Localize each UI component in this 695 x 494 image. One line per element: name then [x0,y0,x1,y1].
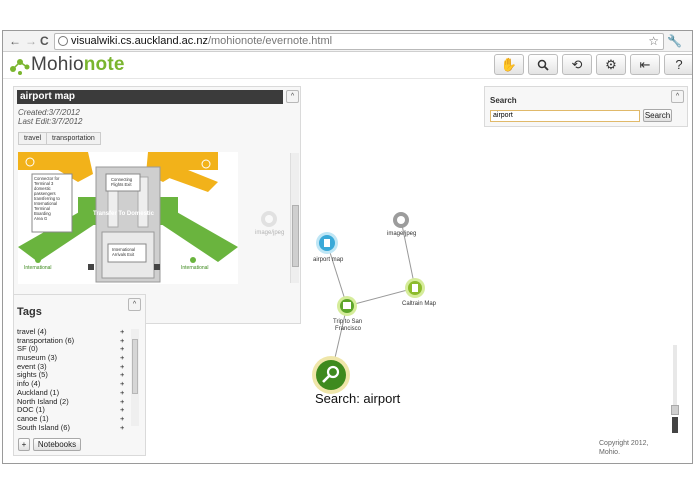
tags-title: Tags [17,306,42,318]
graph-node-label: image/jpeg [387,231,416,237]
graph-node-trip[interactable]: Trip to San Francisco [333,296,362,332]
note-created: Created:3/7/2012 [18,108,80,117]
address-bar[interactable]: visualwiki.cs.auckland.ac.nz/mohionote/e… [54,33,664,50]
tag-item-label: travel (4) [17,327,47,336]
tag-item[interactable]: South Island (6) + [17,422,135,433]
zoom-track [673,345,677,411]
add-tag-plus[interactable]: + [120,423,124,433]
svg-text:International: International [24,265,52,271]
tag-item-label: event (3) [17,361,47,371]
svg-text:Transfer To Domestic: Transfer To Domestic [93,211,155,217]
tag-item-label: South Island (6) [17,422,70,432]
graph-node-image-faded[interactable]: image/jpeg [255,211,284,236]
settings-button[interactable]: ⚙ [596,54,626,75]
airport-map-drawing: Connector for Terminal 3 domestic passen… [18,152,238,284]
tag-item-label: info (4) [17,379,41,389]
refresh-icon: ⟲ [571,57,583,72]
search-input[interactable]: airport [490,110,640,122]
search-button[interactable] [528,54,558,75]
airport-map-image: Connector for Terminal 3 domestic passen… [18,152,238,284]
back-icon[interactable]: ← [9,34,21,48]
tag-item-label: museum (3) [17,353,58,363]
url-path: /mohionote/evernote.html [207,35,333,47]
graph-node-caltrain-map[interactable]: Caltrain Map [402,278,437,307]
note-last-edit: Last Edit:3/7/2012 [18,117,83,126]
reload-icon[interactable]: C [40,34,49,48]
add-notebook-button[interactable]: + [18,438,30,451]
search-submit-button[interactable]: Search [643,109,672,122]
tag-item-label: DOC (1) [17,405,45,415]
note-collapse-button[interactable]: ^ [286,90,299,103]
svg-text:ConnectingFlights Exit: Connecting Flights Exit [111,177,133,187]
tag-list: travel (4) + transportation (6) + SF (0) + … [17,327,135,433]
graph-node-label: Search: airport [315,391,401,406]
bookmark-star-icon[interactable]: ☆ [648,34,659,49]
tag-item-label: North Island (2) [17,396,69,406]
tag-item-label: SF (0) [17,344,38,354]
help-icon: ? [675,57,683,72]
graph-node-label: airport map [313,257,344,263]
logo-text-mohio: Mohio [31,54,84,75]
chevron-up-icon: ^ [132,301,137,308]
graph-node-airport-map[interactable]: airport map [313,232,344,263]
graph-node-label: Caltrain Map [402,301,437,307]
help-button[interactable]: ? [664,54,692,75]
evernote-button[interactable]: ✋ [494,54,524,75]
gear-icon: ⚙ [605,57,617,72]
search-collapse-button[interactable]: ^ [671,90,684,103]
evernote-icon: ✋ [500,57,518,72]
logout-icon: ⇤ [639,57,651,72]
logo-text-note: note [83,54,125,75]
tag-item-label: transportation (6) [17,335,75,345]
svg-text:InternationalArrivals Exit: International Arrivals Exit [112,247,135,257]
tag-item-label: Auckland (1) [17,387,60,397]
chevron-up-icon: ^ [675,93,680,100]
tag-item-label: sights (5) [17,370,48,380]
search-panel: Search ^ airport Search [484,86,688,127]
wrench-icon[interactable]: 🔧 [667,34,682,48]
tags-panel: Tags ^ travel (4) + transportation (6) + S… [13,294,146,456]
tags-scroll-thumb[interactable] [132,339,138,394]
svg-text:International: International [181,265,209,271]
tags-scrollbar[interactable] [131,329,139,426]
browser-toolbar: ← → C visualwiki.cs.auckland.ac.nz/mohio… [3,31,692,52]
search-title: Search [490,96,517,105]
note-tag-travel[interactable]: travel [18,132,48,145]
search-icon [537,59,549,71]
refresh-button[interactable]: ⟲ [562,54,592,75]
app-logo[interactable]: Mohionote [31,54,125,76]
graph-node-label: Trip to San Francisco [333,319,362,332]
notebooks-button[interactable]: Notebooks [33,438,81,451]
tags-collapse-button[interactable]: ^ [128,298,141,311]
mohio-logo-icon [10,59,30,75]
logout-button[interactable]: ⇤ [630,54,660,75]
graph-node-label: image/jpeg [255,230,284,236]
zoom-thumb[interactable] [671,405,679,415]
app-header: Mohionote ✋ ⟲ ⚙ ⇤ ? [3,52,692,79]
note-graph[interactable]: image/jpeg airport map image/jpeg Caltra… [253,191,683,451]
tag-item-label: canoe (1) [17,413,49,423]
copyright-text: Copyright 2012, Mohio. [599,439,648,457]
zoom-bar [672,417,678,433]
note-title: airport map [17,90,283,104]
chevron-up-icon: ^ [290,93,295,100]
graph-zoom-slider[interactable] [670,345,680,435]
browser-window: ← → C visualwiki.cs.auckland.ac.nz/mohio… [2,30,693,464]
url-host: visualwiki.cs.auckland.ac.nz [71,35,208,47]
forward-icon[interactable]: → [25,34,37,48]
copyright-line-2: Mohio. [599,449,621,456]
graph-node-search[interactable]: Search: airport [312,356,401,406]
graph-node-image[interactable]: image/jpeg [387,212,416,237]
copyright-line-1: Copyright 2012, [599,440,649,447]
note-tag-transportation[interactable]: transportation [46,132,101,145]
site-info-icon [58,36,68,46]
